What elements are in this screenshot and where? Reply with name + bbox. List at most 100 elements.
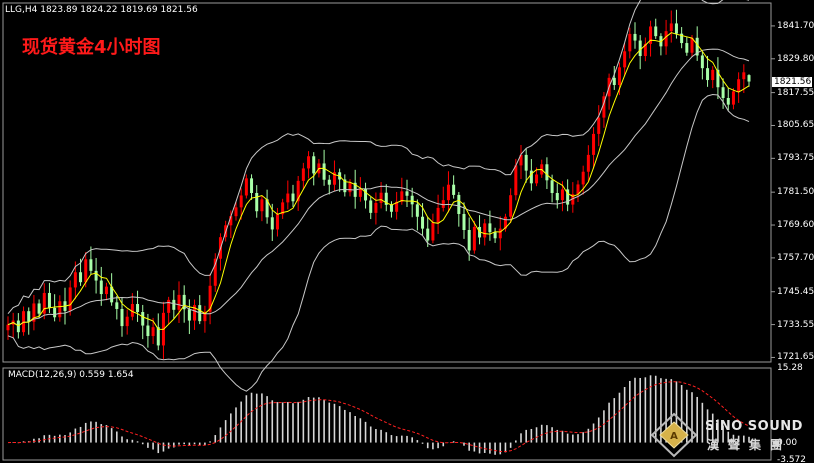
candle-down [674, 23, 678, 34]
candle-down [524, 154, 528, 171]
logo-brand-text: SiNO SOUND [705, 419, 803, 434]
candle-up [301, 168, 305, 181]
logo-brand-cn: 漢聲集團 [707, 438, 792, 452]
candle-up [58, 301, 62, 318]
price-tick-label: 1745.45 [777, 286, 814, 297]
candle-up [239, 195, 243, 208]
price-tick-label: 1769.60 [777, 220, 814, 231]
bollinger-lower-band [7, 93, 750, 392]
candle-up [446, 184, 450, 201]
candle-down [364, 188, 368, 201]
candle-down [415, 204, 419, 217]
price-tick-label: 1841.70 [777, 20, 814, 31]
candle-down [141, 312, 145, 326]
candle-up [244, 178, 248, 196]
candle-up [623, 51, 627, 68]
candle-down [327, 179, 331, 185]
candle-down [47, 292, 51, 308]
candle-up [6, 324, 10, 331]
candle-up [669, 23, 673, 32]
candle-down [255, 192, 259, 212]
candle-down [555, 192, 559, 201]
candle-down [462, 213, 466, 230]
candle-down [612, 77, 616, 86]
candle-down [115, 302, 119, 309]
candle-up [379, 192, 383, 203]
price-tick-label: 1721.65 [777, 352, 814, 363]
candle-up [348, 182, 352, 193]
candle-up [597, 117, 601, 134]
candle-down [747, 75, 751, 82]
candle-down [493, 232, 497, 239]
candle-up [441, 200, 445, 208]
price-tick-label: 1733.55 [777, 319, 814, 330]
candle-down [685, 43, 689, 53]
candle-down [146, 325, 150, 337]
candle-down [53, 307, 57, 318]
price-tick-label: 1757.70 [777, 252, 814, 263]
price-tick-label: 1817.55 [777, 87, 814, 98]
svg-text:A: A [670, 431, 678, 442]
candle-up [617, 67, 621, 86]
candle-down [457, 194, 461, 214]
candle-up [73, 272, 77, 288]
current-price-marker: 1821.56 [772, 76, 812, 87]
price-tick-label: 1781.50 [777, 187, 814, 198]
candle-down [545, 164, 549, 181]
candle-up [586, 154, 590, 172]
candle-down [405, 191, 409, 196]
candle-up [68, 287, 72, 311]
chart-title: 现货黄金4小时图 [22, 37, 161, 58]
candle-up [177, 294, 181, 310]
candle-down [721, 87, 725, 98]
macd-tick-label: 15.28 [777, 363, 803, 373]
candle-down [187, 309, 191, 321]
candle-up [711, 69, 715, 81]
candle-down [270, 217, 274, 230]
candle-up [167, 299, 171, 313]
candle-down [322, 163, 326, 180]
candle-down [452, 184, 456, 195]
candle-down [700, 55, 704, 69]
candle-up [307, 156, 311, 169]
candle-up [498, 228, 502, 239]
candle-down [172, 299, 176, 310]
candle-down [312, 156, 316, 174]
moving-average-line [7, 32, 750, 330]
candle-up [374, 202, 378, 213]
candle-down [94, 270, 98, 281]
candle-up [560, 189, 564, 201]
candle-down [99, 280, 103, 295]
candle-down [706, 68, 710, 81]
chart-canvas[interactable] [0, 0, 814, 463]
candle-up [286, 193, 290, 203]
candle-down [467, 229, 471, 251]
candle-down [156, 327, 160, 346]
candle-down [421, 216, 425, 229]
candle-down [37, 303, 41, 314]
candle-down [369, 200, 373, 213]
candle-up [472, 226, 476, 251]
candle-up [358, 188, 362, 197]
macd-signal-line [7, 381, 750, 453]
candle-down [89, 259, 93, 271]
candle-down [16, 320, 20, 333]
candle-up [151, 327, 155, 337]
candle-up [535, 174, 539, 184]
symbol-ohlc-label: LLG,H4 1823.89 1824.22 1819.69 1821.56 [5, 5, 198, 15]
candle-up [84, 259, 88, 283]
candle-up [260, 199, 264, 212]
price-tick-label: 1793.75 [777, 153, 814, 164]
candle-down [488, 223, 492, 233]
candle-up [731, 91, 735, 105]
candle-down [389, 204, 393, 212]
price-tick-label: 1805.65 [777, 120, 814, 131]
candle-up [431, 222, 435, 241]
candle-down [550, 180, 554, 193]
candle-up [581, 171, 585, 185]
candle-up [234, 207, 238, 217]
candle-up [737, 79, 741, 92]
candle-up [514, 165, 518, 196]
bollinger-middle-band [7, 48, 750, 327]
candle-up [742, 72, 746, 80]
